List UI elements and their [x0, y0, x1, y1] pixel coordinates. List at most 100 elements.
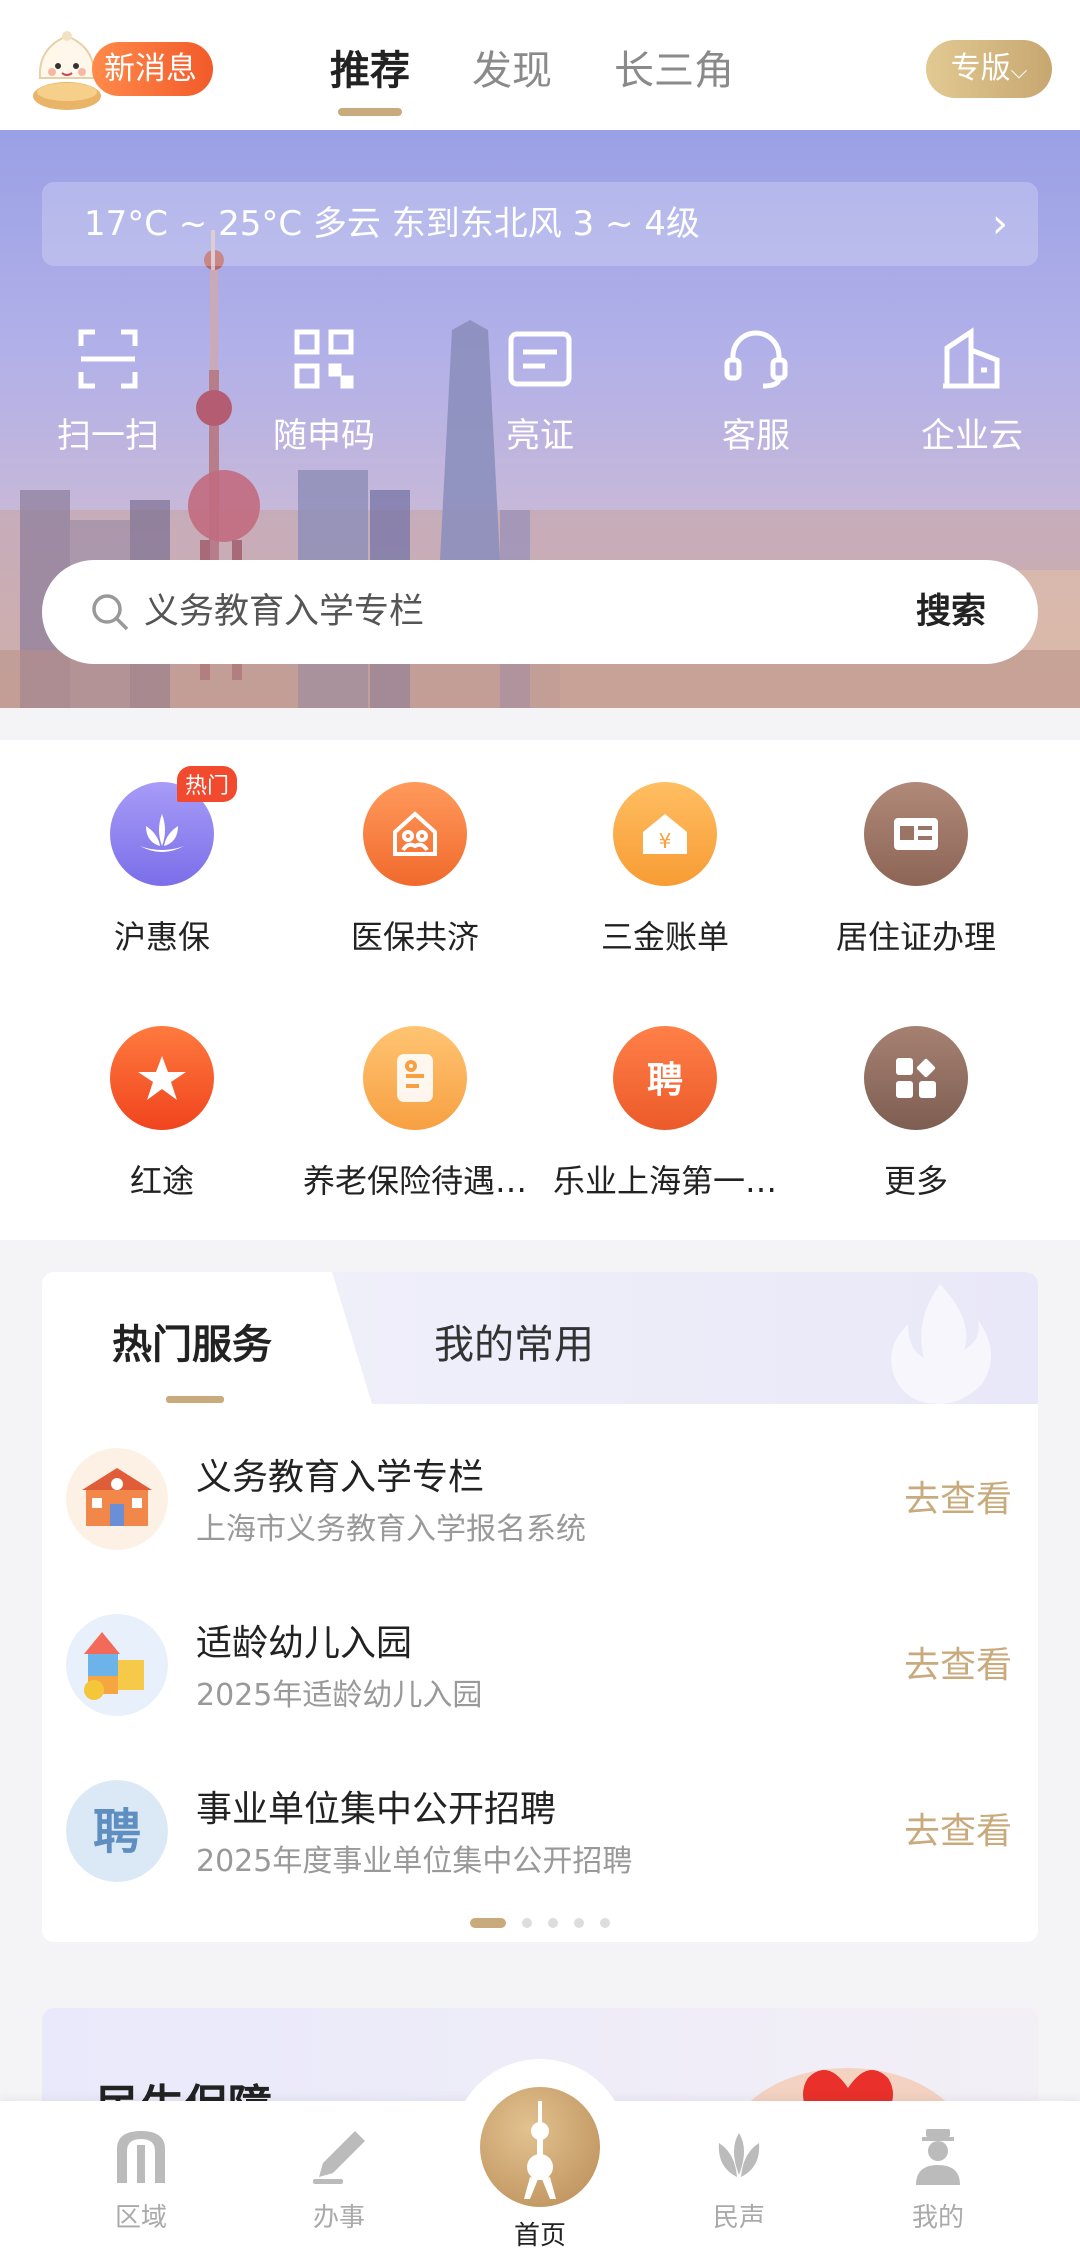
chevron-right-icon: › — [992, 201, 1008, 247]
headset-icon — [724, 330, 788, 389]
page-dot[interactable] — [600, 1917, 610, 1928]
page-dot[interactable] — [522, 1917, 532, 1928]
svg-text:¥: ¥ — [659, 829, 672, 853]
chevron-down-icon: ⌵ — [1010, 59, 1028, 84]
service-label: 三金账单 — [600, 918, 729, 956]
qr-code-icon — [294, 329, 354, 389]
edition-selector[interactable]: 专版⌵ — [926, 40, 1052, 98]
id-card-icon — [508, 331, 572, 387]
quick-qr-code-label: 随申码 — [273, 416, 375, 456]
quick-scan-label: 扫一扫 — [57, 416, 159, 456]
tab-label: 我的 — [911, 2203, 964, 2233]
list-item-title: 适龄幼儿入园 — [196, 1623, 413, 1664]
quick-enterprise-cloud[interactable]: 企业云 — [864, 326, 1080, 457]
active-tab-indicator — [166, 1396, 224, 1403]
more-grid-icon — [896, 1058, 936, 1098]
tab-discover[interactable]: 发现 — [472, 38, 552, 118]
building-icon — [943, 327, 1000, 389]
search-icon — [92, 594, 129, 631]
view-button[interactable]: 去查看 — [904, 1636, 1012, 1688]
service-pension-benefits[interactable]: 养老保险待遇… — [290, 1026, 540, 1202]
residence-card-icon — [894, 818, 938, 850]
quick-actions: 扫一扫 随申码 亮证 客服 企业云 — [0, 326, 1080, 457]
search-placeholder: 义务教育入学专栏 — [144, 592, 425, 632]
svg-text:聘: 聘 — [93, 1804, 141, 1860]
quick-customer-service-label: 客服 — [722, 416, 790, 456]
toy-blocks-icon — [66, 1614, 168, 1716]
service-hongtu[interactable]: 红途 — [37, 1026, 287, 1202]
quick-qr-code[interactable]: 随申码 — [216, 326, 432, 457]
scan-icon — [78, 329, 138, 389]
pension-doc-icon — [397, 1054, 433, 1102]
view-button[interactable]: 去查看 — [904, 1470, 1012, 1522]
flame-icon — [891, 1284, 992, 1404]
service-more[interactable]: 更多 — [791, 1026, 1041, 1202]
search-bar[interactable]: 义务教育入学专栏 搜索 — [42, 560, 1038, 664]
list-item-subtitle: 2025年适龄幼儿入园 — [196, 1678, 483, 1713]
service-label: 更多 — [883, 1162, 948, 1200]
hero-banner: 17°C ~ 25°C 多云 东到东北风 3 ~ 4级 › 扫一扫 随申码 亮证 — [0, 130, 1080, 708]
service-label: 红途 — [129, 1162, 194, 1200]
card-tabs: 热门服务 我的常用 — [42, 1272, 1038, 1404]
view-button[interactable]: 去查看 — [904, 1802, 1012, 1854]
family-home-icon — [393, 811, 437, 856]
tab-my-frequent[interactable]: 我的常用 — [434, 1312, 594, 1370]
top-bar: 新消息 推荐 发现 长三角 专版⌵ — [0, 0, 1080, 130]
list-item[interactable]: 义务教育入学专栏 上海市义务教育入学报名系统 去查看 — [42, 1412, 1038, 1578]
service-leye-shanghai[interactable]: 聘 乐业上海第一… — [540, 1026, 790, 1202]
tab-region[interactable]: 区域 — [61, 2127, 221, 2234]
list-item-subtitle: 2025年度事业单位集中公开招聘 — [196, 1844, 633, 1879]
service-medical-mutual-aid[interactable]: 医保共济 — [290, 782, 540, 958]
service-label: 医保共济 — [350, 918, 479, 956]
list-item[interactable]: 聘 事业单位集中公开招聘 2025年度事业单位集中公开招聘 去查看 — [42, 1744, 1038, 1910]
tab-label: 首页 — [513, 2221, 566, 2251]
pen-icon — [313, 2131, 365, 2184]
service-label: 养老保险待遇… — [302, 1162, 527, 1200]
person-icon — [916, 2129, 960, 2185]
page-dot[interactable] — [574, 1917, 584, 1928]
list-item-subtitle: 上海市义务教育入学报名系统 — [196, 1512, 586, 1547]
magnolia-icon — [718, 2133, 760, 2177]
tab-hot-services[interactable]: 热门服务 — [112, 1312, 272, 1370]
weather-bar[interactable]: 17°C ~ 25°C 多云 东到东北风 3 ~ 4级 › — [42, 182, 1038, 266]
tab-services[interactable]: 办事 — [259, 2127, 419, 2234]
quick-customer-service[interactable]: 客服 — [648, 326, 864, 457]
search-button[interactable]: 搜索 — [916, 560, 986, 664]
lotus-icon — [140, 814, 184, 852]
page-dot-active[interactable] — [470, 1917, 506, 1928]
tab-label: 民声 — [712, 2203, 765, 2233]
page-indicator — [42, 1912, 1038, 1931]
service-label: 沪惠保 — [113, 918, 210, 956]
list-item-title: 义务教育入学专栏 — [196, 1457, 485, 1498]
weather-text: 17°C ~ 25°C 多云 东到东北风 3 ~ 4级 — [84, 204, 700, 244]
arch-icon — [117, 2131, 165, 2183]
service-three-funds-bill[interactable]: ¥ 三金账单 — [540, 782, 790, 958]
red-star-icon — [138, 1056, 186, 1100]
svg-text:聘: 聘 — [647, 1059, 683, 1101]
tab-recommend[interactable]: 推荐 — [330, 38, 410, 118]
service-residence-permit[interactable]: 居住证办理 — [791, 782, 1041, 958]
page-dot[interactable] — [548, 1917, 558, 1928]
bottom-tab-bar: 区域 办事 首页 民声 我的 — [0, 2059, 1080, 2261]
tab-public-voice[interactable]: 民声 — [659, 2127, 819, 2234]
tab-label: 办事 — [312, 2203, 365, 2233]
service-grid: 热门 沪惠保 医保共济 ¥ 三金账单 居住证办理 红途 养老保险待遇… 聘 乐业… — [0, 740, 1080, 1240]
tab-mine[interactable]: 我的 — [858, 2127, 1018, 2234]
tab-yangtze-delta[interactable]: 长三角 — [614, 38, 734, 118]
tab-label: 区域 — [114, 2203, 167, 2233]
quick-scan[interactable]: 扫一扫 — [0, 326, 216, 457]
list-item[interactable]: 适龄幼儿入园 2025年适龄幼儿入园 去查看 — [42, 1578, 1038, 1744]
service-huhuibao[interactable]: 热门 沪惠保 — [37, 766, 287, 958]
quick-show-id-label: 亮证 — [506, 416, 574, 456]
list-item-title: 事业单位集中公开招聘 — [196, 1789, 557, 1830]
hot-badge: 热门 — [177, 766, 238, 802]
service-label: 居住证办理 — [835, 918, 996, 956]
quick-show-id[interactable]: 亮证 — [432, 326, 648, 457]
service-label: 乐业上海第一… — [552, 1162, 777, 1200]
tab-home[interactable]: 首页 — [452, 2059, 628, 2251]
new-message-badge[interactable]: 新消息 — [92, 42, 213, 96]
edition-label: 专版 — [950, 51, 1011, 86]
tower-icon — [480, 2087, 600, 2207]
hire-icon: 聘 — [647, 1059, 683, 1101]
hot-services-card: 热门服务 我的常用 义务教育入学专栏 上海市义务教育入学报名系统 去查看 适龄幼… — [42, 1272, 1038, 1942]
